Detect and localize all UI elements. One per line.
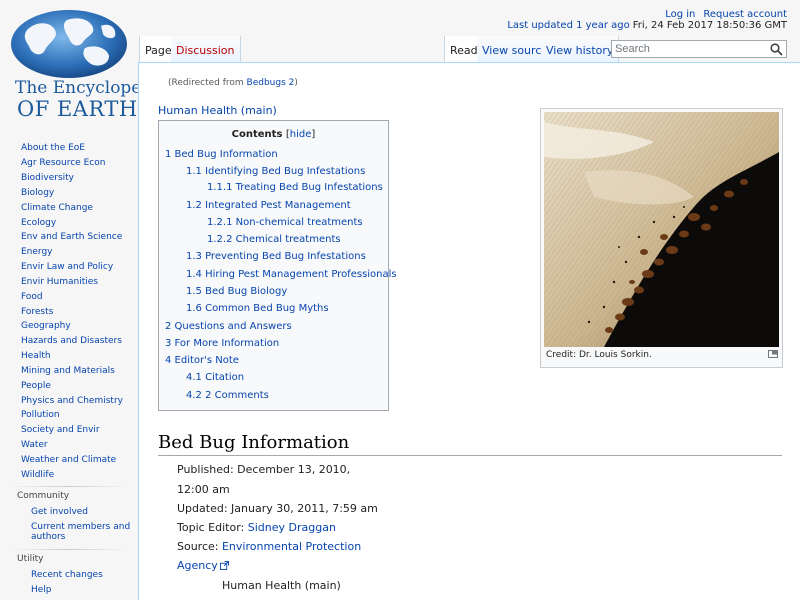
redirect-prefix: (Redirected from [168, 78, 247, 88]
sidebar-item-biology[interactable]: Biology [21, 188, 54, 198]
sidebar-item-help[interactable]: Help [31, 585, 131, 595]
tab-view-history[interactable]: View history [541, 36, 620, 62]
toc-item[interactable]: 4.2 2 Comments [186, 390, 269, 401]
topic-editor-link[interactable]: Sidney Draggan [248, 521, 336, 534]
toc-item[interactable]: 3 For More Information [165, 338, 279, 349]
image-thumbnail: Credit: Dr. Louis Sorkin. [540, 108, 783, 368]
published-time: 12:00 am [177, 483, 230, 496]
sidebar-item-weather[interactable]: Weather and Climate [21, 455, 116, 465]
source-continued: Agency [177, 559, 229, 572]
sidebar-item-recent-changes[interactable]: Recent changes [31, 570, 131, 580]
redirect-note: (Redirected from Bedbugs 2) [168, 78, 298, 88]
image-caption: Credit: Dr. Louis Sorkin. [546, 350, 652, 360]
toc-item[interactable]: 1.2.1 Non-chemical treatments [207, 217, 363, 228]
toc-title: Contents [hide] [159, 129, 388, 140]
sidebar-item-mining[interactable]: Mining and Materials [21, 366, 115, 376]
sidebar-item-forests[interactable]: Forests [21, 307, 53, 317]
sidebar-item-climate-change[interactable]: Climate Change [21, 203, 93, 213]
toc-item[interactable]: 2 Questions and Answers [165, 321, 292, 332]
sidebar-item-food[interactable]: Food [21, 292, 43, 302]
sidebar-item-wildlife[interactable]: Wildlife [21, 470, 54, 480]
sidebar-item-get-involved[interactable]: Get involved [31, 507, 131, 517]
sidebar-item-physics-chemistry[interactable]: Physics and Chemistry [21, 396, 123, 406]
utility-heading: Utility [17, 554, 44, 564]
content-area: (Redirected from Bedbugs 2) Human Health… [138, 62, 800, 600]
tab-discussion[interactable]: Discussion [171, 36, 241, 62]
redirect-link[interactable]: Bedbugs 2 [247, 78, 295, 88]
sidebar-item-agr-resource-econ[interactable]: Agr Resource Econ [21, 158, 105, 168]
source: Source: Environmental Protection [177, 540, 361, 553]
login-link[interactable]: Log in [665, 9, 695, 20]
sidebar-item-hazards[interactable]: Hazards and Disasters [21, 336, 122, 346]
search-input[interactable] [612, 41, 762, 57]
last-updated-link[interactable]: Last updated 1 year ago [507, 20, 629, 31]
enlarge-icon[interactable] [768, 350, 778, 358]
search-box [611, 40, 787, 58]
source-link-agency[interactable]: Agency [177, 559, 218, 572]
sidebar-item-energy[interactable]: Energy [21, 247, 53, 257]
search-icon[interactable] [770, 43, 783, 56]
toc-item[interactable]: 1.5 Bed Bug Biology [186, 286, 287, 297]
external-link-icon [219, 561, 229, 570]
toc-item[interactable]: 4.1 Citation [186, 372, 244, 383]
sidebar-item-society[interactable]: Society and Envir [21, 425, 100, 435]
section-heading: Bed Bug Information [158, 432, 782, 456]
personal-tools: Log in Request account [657, 9, 787, 20]
community-heading: Community [17, 491, 70, 501]
request-account-link[interactable]: Request account [703, 9, 787, 20]
sidebar-item-water[interactable]: Water [21, 440, 48, 450]
toc-item[interactable]: 1.2.2 Chemical treatments [207, 234, 341, 245]
source-label: Source: [177, 540, 222, 553]
toc-item[interactable]: 1.1.1 Treating Bed Bug Infestations [207, 182, 383, 193]
sidebar-separator [10, 486, 128, 487]
topic-editor: Topic Editor: Sidney Draggan [177, 521, 336, 534]
toc-item[interactable]: 1.3 Preventing Bed Bug Infestations [186, 251, 366, 262]
updated-date: Updated: January 30, 2011, 7:59 am [177, 502, 378, 515]
toc-hide-toggle[interactable]: hide [290, 129, 312, 140]
sidebar-item-about[interactable]: About the EoE [21, 143, 85, 153]
human-health-main-link-2[interactable]: Human Health (main) [222, 579, 341, 592]
last-updated-date: Fri, 24 Feb 2017 18:50:36 GMT [632, 20, 787, 31]
human-health-main-link[interactable]: Human Health (main) [158, 104, 277, 117]
sidebar-item-envir-humanities[interactable]: Envir Humanities [21, 277, 98, 287]
bed-bugs-photo[interactable] [544, 112, 779, 347]
toc-item[interactable]: 1.4 Hiring Pest Management Professionals [186, 269, 397, 280]
toc-item[interactable]: 1.6 Common Bed Bug Myths [186, 303, 329, 314]
sidebar-item-people[interactable]: People [21, 381, 51, 391]
logo-line-2: OF EARTH [17, 97, 138, 121]
toc-item[interactable]: 1.2 Integrated Pest Management [186, 200, 351, 211]
sidebar-item-ecology[interactable]: Ecology [21, 218, 56, 228]
sidebar-item-health[interactable]: Health [21, 351, 51, 361]
redirect-suffix: ) [294, 78, 298, 88]
published-date: Published: December 13, 2010, [177, 463, 351, 476]
toc-bracket: ] [311, 129, 316, 140]
sidebar-item-envir-law[interactable]: Envir Law and Policy [21, 262, 113, 272]
table-of-contents: Contents [hide] 1 Bed Bug Information 1.… [158, 120, 397, 411]
toc-title-text: Contents [231, 129, 283, 140]
toc-item[interactable]: 4 Editor's Note [165, 355, 239, 366]
globe-logo-icon [11, 10, 127, 78]
sidebar-item-env-earth-science[interactable]: Env and Earth Science [21, 232, 122, 242]
sidebar-item-pollution[interactable]: Pollution [21, 410, 60, 420]
last-updated: Last updated 1 year ago Fri, 24 Feb 2017 … [507, 20, 787, 31]
sidebar-item-geography[interactable]: Geography [21, 321, 71, 331]
toc-item[interactable]: 1 Bed Bug Information [165, 149, 278, 160]
sidebar-item-biodiversity[interactable]: Biodiversity [21, 173, 74, 183]
site-logo[interactable]: The Encyclopedia OF EARTH [5, 8, 168, 121]
sidebar-separator [10, 549, 128, 550]
toc-item[interactable]: 1.1 Identifying Bed Bug Infestations [186, 166, 365, 177]
source-link[interactable]: Environmental Protection [222, 540, 361, 553]
topic-editor-label: Topic Editor: [177, 521, 248, 534]
sidebar-item-current-members[interactable]: Current members and authors [31, 522, 131, 542]
